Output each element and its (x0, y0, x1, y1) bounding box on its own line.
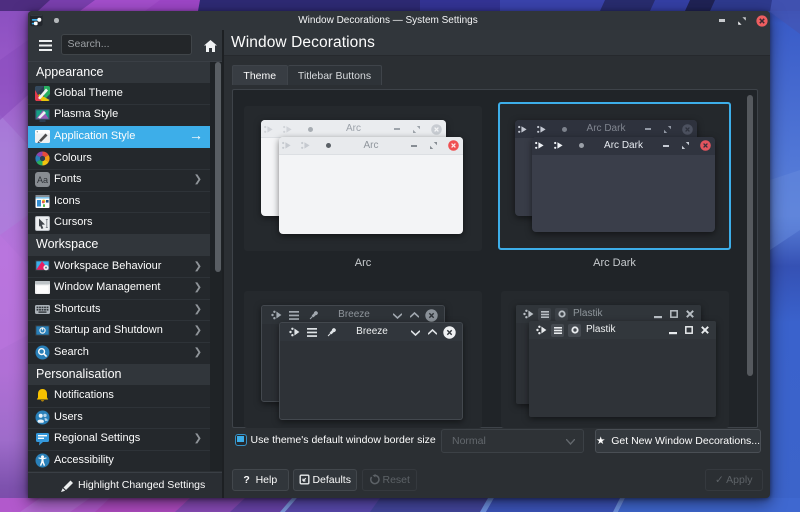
svg-text:Aa: Aa (37, 175, 48, 185)
